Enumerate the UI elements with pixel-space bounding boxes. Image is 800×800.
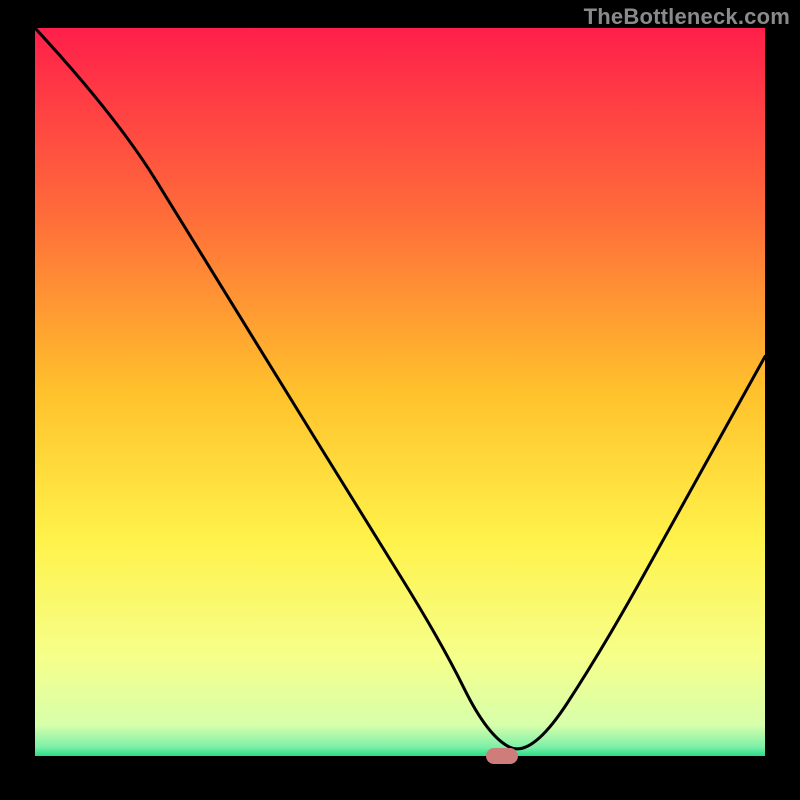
- bottleneck-plot: [35, 28, 765, 758]
- gradient-background: [35, 28, 765, 758]
- chart-frame: TheBottleneck.com: [0, 0, 800, 800]
- watermark-text: TheBottleneck.com: [584, 4, 790, 30]
